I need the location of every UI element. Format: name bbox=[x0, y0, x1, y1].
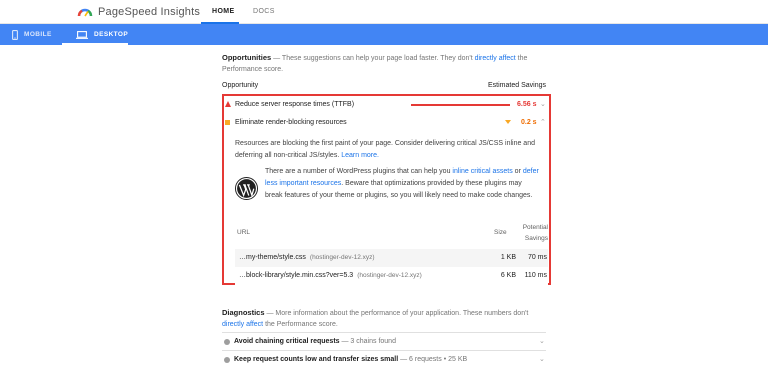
savings-marker-icon bbox=[505, 120, 511, 124]
resource-url[interactable]: …block-library/style.min.css?ver=5.3 (hos… bbox=[239, 272, 422, 279]
diagnostic-critical-chains[interactable]: Avoid chaining critical requests — 3 cha… bbox=[222, 332, 546, 350]
diagnostic-detail: — 6 requests • 25 KB bbox=[398, 356, 468, 363]
warning-triangle-icon bbox=[225, 101, 231, 107]
opportunities-title: Opportunities bbox=[222, 53, 272, 62]
resource-host: (hostinger-dev-12.xyz) bbox=[309, 254, 375, 261]
col-estimated-savings: Estimated Savings bbox=[488, 82, 546, 89]
learn-more-link[interactable]: Learn more. bbox=[341, 152, 379, 159]
resource-host: (hostinger-dev-12.xyz) bbox=[357, 272, 422, 279]
col-opportunity: Opportunity bbox=[222, 82, 259, 89]
directly-affect-link[interactable]: directly affect bbox=[475, 55, 516, 62]
col-url: URL bbox=[237, 229, 251, 236]
tab-home[interactable]: HOME bbox=[212, 8, 235, 15]
tab-docs[interactable]: DOCS bbox=[253, 8, 275, 15]
audit-render-blocking[interactable]: Eliminate render-blocking resources 0.2 … bbox=[224, 118, 549, 131]
audit-render-blocking-label: Eliminate render-blocking resources bbox=[235, 119, 347, 126]
diagnostics-desc: — More information about the performance… bbox=[264, 310, 529, 317]
resource-url-path: …block-library/style.min.css?ver=5.3 bbox=[239, 272, 354, 279]
resource-url-path: …my-theme/style.css bbox=[239, 254, 306, 261]
audit-ttfb-value: 6.56 s bbox=[517, 101, 537, 108]
diagnostic-title: Keep request counts low and transfer siz… bbox=[234, 356, 399, 363]
chevron-down-icon[interactable]: ⌄ bbox=[539, 337, 545, 345]
inline-critical-assets-link[interactable]: inline critical assets bbox=[452, 168, 512, 175]
diagnostics-header: Diagnostics — More information about the… bbox=[222, 307, 546, 330]
audit-ttfb-label: Reduce server response times (TTFB) bbox=[235, 101, 355, 108]
wordpress-tip: There are a number of WordPress plugins … bbox=[265, 166, 540, 202]
diagnostic-title: Avoid chaining critical requests bbox=[234, 338, 340, 345]
opportunities-header: Opportunities — These suggestions can he… bbox=[222, 52, 546, 75]
table-row: …block-library/style.min.css?ver=5.3 (hos… bbox=[235, 267, 548, 285]
wp-tip-text-1: There are a number of WordPress plugins … bbox=[265, 168, 453, 175]
diagnostics-title: Diagnostics bbox=[222, 308, 265, 317]
audit-ttfb[interactable]: Reduce server response times (TTFB) 6.56… bbox=[224, 99, 549, 112]
wp-tip-text-2: or bbox=[512, 168, 523, 175]
audit-description: Resources are blocking the first paint o… bbox=[235, 138, 541, 162]
info-dot-icon bbox=[224, 339, 230, 345]
resource-savings: 110 ms bbox=[524, 272, 547, 279]
chevron-down-icon[interactable]: ⌄ bbox=[540, 100, 546, 108]
resource-savings: 70 ms bbox=[527, 254, 547, 261]
chevron-up-icon[interactable]: ⌃ bbox=[540, 118, 546, 126]
tab-desktop-label: DESKTOP bbox=[94, 31, 129, 38]
tab-mobile[interactable]: MOBILE bbox=[12, 24, 52, 45]
savings-bar bbox=[411, 104, 510, 106]
resource-size: 1 KB bbox=[500, 254, 516, 261]
diagnostic-detail: — 3 chains found bbox=[339, 338, 396, 345]
opportunity-columns: Opportunity Estimated Savings bbox=[222, 82, 546, 89]
diagnostic-label: Keep request counts low and transfer siz… bbox=[234, 356, 467, 363]
diagnostics-desc-end: the Performance score. bbox=[263, 321, 338, 328]
chevron-down-icon[interactable]: ⌄ bbox=[539, 355, 545, 363]
phone-icon bbox=[12, 29, 18, 40]
pagespeed-logo-icon[interactable] bbox=[77, 4, 93, 18]
col-potential-savings: Potential Savings bbox=[522, 224, 548, 242]
directly-affect-link[interactable]: directly affect bbox=[222, 321, 263, 328]
diagnostic-request-counts[interactable]: Keep request counts low and transfer siz… bbox=[222, 350, 546, 368]
diagnostic-label: Avoid chaining critical requests — 3 cha… bbox=[234, 338, 396, 345]
device-bar: MOBILE DESKTOP bbox=[0, 24, 768, 45]
info-dot-icon bbox=[224, 357, 230, 363]
wordpress-logo-icon bbox=[235, 177, 258, 200]
tab-mobile-label: MOBILE bbox=[24, 31, 52, 38]
audit-render-blocking-value: 0.2 s bbox=[521, 119, 537, 126]
resource-url[interactable]: …my-theme/style.css (hostinger-dev-12.xyz… bbox=[239, 254, 375, 261]
active-device-indicator bbox=[62, 43, 128, 45]
top-header: PageSpeed Insights HOME DOCS bbox=[0, 0, 768, 24]
app-title[interactable]: PageSpeed Insights bbox=[98, 6, 200, 18]
col-size: Size bbox=[494, 229, 507, 236]
laptop-icon bbox=[76, 30, 88, 39]
audit-highlight-box: Reduce server response times (TTFB) 6.56… bbox=[222, 94, 551, 285]
tab-desktop[interactable]: DESKTOP bbox=[76, 24, 128, 45]
orange-square-icon bbox=[225, 120, 230, 125]
audit-description-text: Resources are blocking the first paint o… bbox=[235, 140, 535, 159]
table-row: …my-theme/style.css (hostinger-dev-12.xyz… bbox=[235, 249, 548, 267]
opportunities-desc: — These suggestions can help your page l… bbox=[271, 55, 475, 62]
resource-size: 6 KB bbox=[500, 272, 516, 279]
